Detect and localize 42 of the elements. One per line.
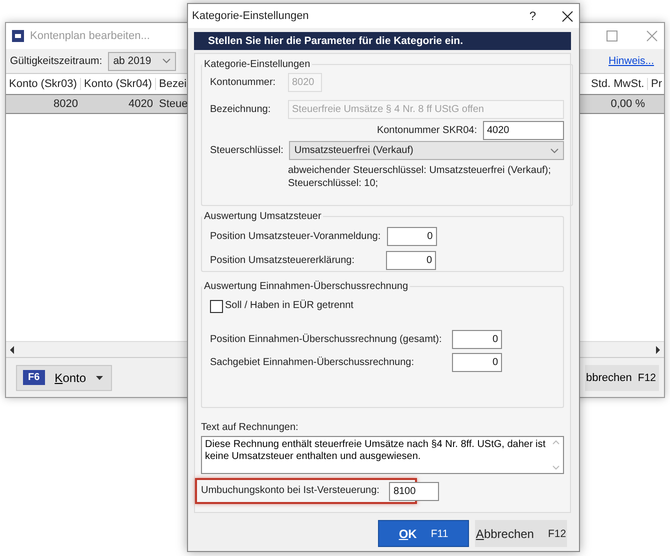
field-label: Umbuchungskonto bei Ist-Versteuerung: bbox=[201, 484, 380, 498]
input-field[interactable]: 0 bbox=[386, 251, 436, 270]
invoice-text-field[interactable]: Diese Rechnung enthält steuerfreie Umsätze nach §4 Nr. 8ff. UStG, daher ist keine Umsatzsteuer enthalten und ausgewiesen. bbox=[201, 436, 564, 474]
field-label: Bezeichnung: bbox=[210, 102, 272, 116]
period-select[interactable]: ab 2019 bbox=[108, 52, 176, 70]
table-cell-text: Steue bbox=[158, 98, 188, 110]
cancel-button[interactable]: Abbrechen F12 bbox=[475, 520, 567, 547]
field-label: Position Umsatzsteuererklärung: bbox=[210, 254, 356, 268]
tax-key-note: abweichender Steuerschlüssel: Umsatzsteuerfrei (Verkauf); Steuerschlüssel: 10; bbox=[288, 164, 552, 190]
info-banner: Stellen Sie hier die Parameter für die Kategorie ein. bbox=[194, 32, 571, 50]
column-header[interactable]: Std. MwSt. bbox=[588, 78, 648, 90]
input-field[interactable]: 0 bbox=[452, 353, 502, 372]
tax-key-select[interactable]: Umsatzsteuerfrei (Verkauf) bbox=[289, 141, 564, 160]
checkbox-label[interactable]: Soll / Haben in EÜR getrennt bbox=[225, 299, 354, 313]
column-header[interactable]: Pr bbox=[648, 78, 664, 90]
input-field[interactable]: 8100 bbox=[389, 482, 440, 500]
account-menu-button[interactable]: F6 Konto bbox=[16, 364, 112, 390]
column-header[interactable]: Konto (Skr04) bbox=[81, 78, 156, 90]
ok-button[interactable]: OK F11 bbox=[378, 520, 469, 547]
input-field[interactable]: 0 bbox=[452, 330, 502, 349]
table-cell-text: 8020 bbox=[52, 98, 79, 110]
field-label: Steuerschlüssel: bbox=[210, 144, 284, 158]
field-label: Gültigkeitszeitraum: bbox=[10, 55, 102, 67]
group-title: Auswertung Einnahmen-Überschussrechnung bbox=[203, 280, 410, 293]
field-label: Position Einnahmen-Überschussrechnung (gesamt): bbox=[210, 332, 443, 346]
hint-link[interactable]: Hinweis... bbox=[608, 55, 654, 67]
cancel-button[interactable]: bbrechen F12 bbox=[585, 364, 659, 390]
window-title: Kontenplan bearbeiten... bbox=[30, 30, 150, 42]
field-label: Kontonummer SKR04: bbox=[376, 124, 477, 138]
column-header[interactable]: Konto (Skr03) bbox=[6, 78, 81, 90]
input-field[interactable]: 0 bbox=[386, 227, 437, 246]
dialog-title: Kategorie-Einstellungen bbox=[192, 10, 309, 22]
table-cell-text: 4020 bbox=[128, 98, 154, 110]
field-label: Position Umsatzsteuer-Voranmeldung: bbox=[210, 230, 381, 244]
field-label: Kontonummer: bbox=[210, 76, 277, 90]
field-label: Sachgebiet Einnahmen-Überschussrechnung: bbox=[210, 356, 416, 370]
input-field[interactable]: 4020 bbox=[483, 121, 564, 140]
table-cell-text: 0,00 % bbox=[610, 98, 646, 110]
field-label: Text auf Rechnungen: bbox=[201, 422, 300, 433]
group-title: Kategorie-Einstellungen bbox=[203, 58, 312, 71]
help-button[interactable]: ? bbox=[529, 9, 536, 23]
group-title: Auswertung Umsatzsteuer bbox=[203, 210, 322, 223]
